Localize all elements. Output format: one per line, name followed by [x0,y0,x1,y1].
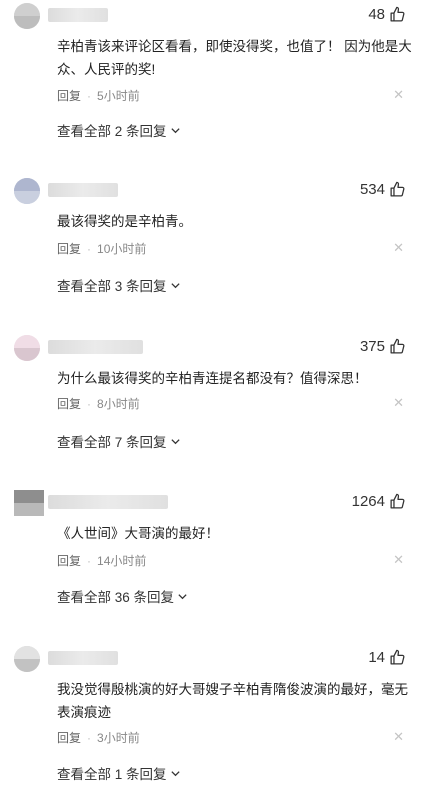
view-all-replies-button[interactable]: 查看全部 7 条回复 [57,431,181,451]
close-icon[interactable]: ✕ [393,87,404,103]
separator-dot: · [87,88,92,103]
view-all-replies-label: 查看全部 1 条回复 [57,767,167,782]
chevron-down-icon [178,593,187,599]
view-all-replies-label: 查看全部 36 条回复 [57,590,175,605]
comment-item: 534 最该得奖的是辛柏青。 回复 · 10小时前 ✕ 查看全部 3 条回复 [0,178,431,333]
username-blurred[interactable] [48,495,168,509]
chevron-down-icon [170,127,180,133]
view-all-replies-label: 查看全部 7 条回复 [57,435,167,450]
reply-button[interactable]: 回复 [57,395,81,412]
comment-text: 辛柏青该来评论区看看，即使没得奖，也值了！ 因为他是大众、人民评的奖! [57,39,412,77]
comment-text: 为什么最该得奖的辛柏青连提名都没有？值得深思！ [57,371,368,386]
thumbs-up-icon [390,649,405,665]
comment-text: 《人世间》大哥演的最好！ [57,526,219,541]
username-blurred[interactable] [48,8,108,22]
reply-button[interactable]: 回复 [57,729,81,746]
comment-meta: 回复 · 14小时前 [57,552,146,569]
timestamp: 8小时前 [97,397,140,411]
view-all-replies-label: 查看全部 2 条回复 [57,124,167,139]
username-blurred[interactable] [48,340,143,354]
separator-dot: · [87,730,92,745]
reply-button[interactable]: 回复 [57,240,81,257]
like-count: 1264 [351,493,385,510]
comment-meta: 回复 · 10小时前 [57,240,146,257]
timestamp: 5小时前 [97,89,140,103]
timestamp: 3小时前 [97,731,140,745]
close-icon[interactable]: ✕ [393,395,404,411]
like-count: 534 [359,181,385,198]
comment-item: 14 我没觉得殷桃演的好大哥嫂子辛柏青隋俊波演的最好，毫无表演痕迹 回复 · 3… [0,646,431,801]
username-blurred[interactable] [48,651,118,665]
separator-dot: · [87,241,92,256]
comment-item: 48 辛柏青该来评论区看看，即使没得奖，也值了！ 因为他是大众、人民评的奖! 回… [0,3,431,158]
comment-meta: 回复 · 8小时前 [57,395,140,412]
like-count: 14 [368,649,385,666]
timestamp: 14小时前 [97,554,147,568]
separator-dot: · [87,396,92,411]
username-blurred[interactable] [48,183,118,197]
close-icon[interactable]: ✕ [393,729,404,745]
like-button[interactable]: 1264 [352,493,406,510]
thumbs-up-icon [390,6,405,22]
comment-meta: 回复 · 5小时前 [57,87,140,104]
comment-text: 最该得奖的是辛柏青。 [57,214,192,229]
view-all-replies-button[interactable]: 查看全部 1 条回复 [57,763,181,783]
timestamp: 10小时前 [97,242,147,256]
chevron-down-icon [170,282,180,288]
separator-dot: · [87,553,92,568]
avatar[interactable] [14,3,40,29]
avatar[interactable] [14,490,44,516]
view-all-replies-button[interactable]: 查看全部 2 条回复 [57,120,181,140]
view-all-replies-button[interactable]: 查看全部 3 条回复 [57,275,181,295]
like-button[interactable]: 375 [360,338,406,355]
avatar[interactable] [14,335,40,361]
comment-item: 375 为什么最该得奖的辛柏青连提名都没有？值得深思！ 回复 · 8小时前 ✕ … [0,335,431,490]
thumbs-up-icon [390,493,405,509]
comment-feed: 48 辛柏青该来评论区看看，即使没得奖，也值了！ 因为他是大众、人民评的奖! 回… [0,0,431,801]
chevron-down-icon [170,438,180,444]
reply-button[interactable]: 回复 [57,87,81,104]
close-icon[interactable]: ✕ [393,240,404,256]
like-button[interactable]: 534 [360,181,406,198]
like-count: 48 [368,6,385,23]
comment-meta: 回复 · 3小时前 [57,729,140,746]
view-all-replies-label: 查看全部 3 条回复 [57,279,167,294]
like-button[interactable]: 14 [368,649,406,666]
comment-text: 我没觉得殷桃演的好大哥嫂子辛柏青隋俊波演的最好，毫无表演痕迹 [57,682,408,720]
chevron-down-icon [170,770,180,776]
view-all-replies-button[interactable]: 查看全部 36 条回复 [57,586,188,606]
like-count: 375 [359,338,385,355]
avatar[interactable] [14,646,40,672]
avatar[interactable] [14,178,40,204]
reply-button[interactable]: 回复 [57,552,81,569]
like-button[interactable]: 48 [368,6,406,23]
comment-item: 1264 《人世间》大哥演的最好！ 回复 · 14小时前 ✕ 查看全部 36 条… [0,490,431,645]
thumbs-up-icon [390,181,405,197]
thumbs-up-icon [390,338,405,354]
close-icon[interactable]: ✕ [393,552,404,568]
